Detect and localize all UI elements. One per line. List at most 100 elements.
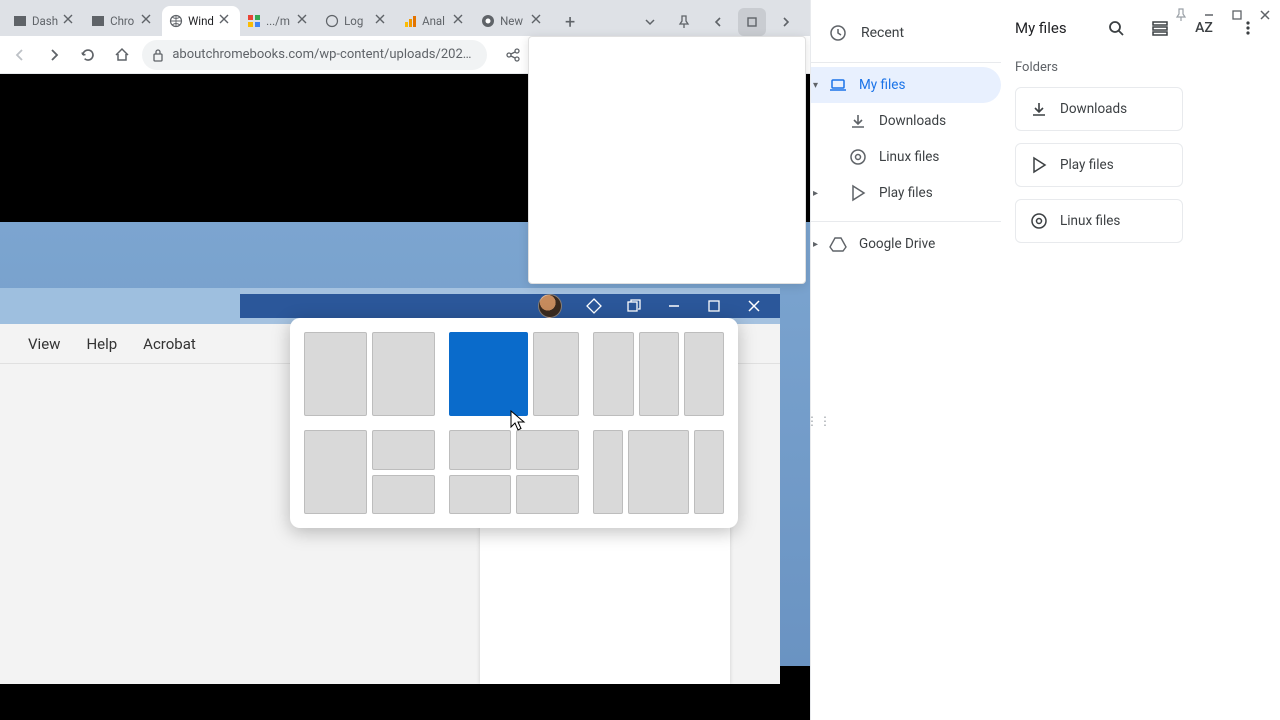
snap-layout-quad[interactable] [449,430,580,514]
tab-newtab[interactable]: New [474,6,552,36]
close-icon[interactable] [63,14,77,28]
snap-cell[interactable] [516,430,579,470]
maximize-icon[interactable] [706,298,722,314]
snap-cell[interactable] [533,332,580,416]
snap-layout-wide-narrow[interactable] [449,332,580,416]
favicon-chrome-icon [481,14,495,28]
tab-analytics[interactable]: Anal [396,6,474,36]
tab-title: Log [344,14,370,28]
sidebar-item-recent[interactable]: Recent [811,14,1001,52]
search-button[interactable] [1102,14,1130,42]
download-icon [849,112,867,130]
sidebar-label: Recent [861,25,904,41]
close-icon[interactable] [375,14,389,28]
ribbon-tab-acrobat[interactable]: Acrobat [143,335,196,353]
collapse-icon[interactable]: ▾ [813,80,825,91]
address-bar[interactable]: aboutchromebooks.com/wp-content/uploads/… [142,40,487,70]
tab-media[interactable]: .../m [240,6,318,36]
new-tab-button[interactable]: + [556,8,584,36]
laptop-icon [829,76,847,94]
window-back-button[interactable] [704,8,732,36]
minimize-icon[interactable] [1200,6,1218,24]
close-icon[interactable] [453,14,467,28]
close-icon[interactable] [1256,6,1274,24]
reload-button[interactable] [74,41,102,69]
favicon-globe-icon [325,14,339,28]
expand-icon[interactable]: ▸ [813,188,825,199]
breadcrumb-current[interactable]: My files [1015,19,1067,37]
user-avatar[interactable] [538,294,562,318]
sidebar-item-drive[interactable]: ▸ Google Drive [811,226,1001,262]
snap-cell[interactable] [304,430,367,514]
folder-play[interactable]: Play files [1015,143,1183,187]
linux-icon [849,148,867,166]
sidebar-item-linux[interactable]: Linux files [811,139,1001,175]
snap-layout-half[interactable] [304,332,435,416]
tab-log[interactable]: Log [318,6,396,36]
snap-cell[interactable] [372,475,435,515]
snap-cell[interactable] [372,332,435,416]
snap-cell[interactable] [628,430,688,514]
files-sidebar: Recent ▾ My files Downloads Linux files [811,0,1001,720]
folder-grid: Downloads Play files Linux files [1015,87,1262,243]
premium-icon[interactable] [586,298,602,314]
snap-layout-center-wide[interactable] [593,430,724,514]
close-icon[interactable] [746,298,762,314]
ribbon-tab-help[interactable]: Help [86,335,117,353]
snap-cell[interactable] [516,475,579,515]
back-button[interactable] [6,41,34,69]
snap-cell[interactable] [593,332,633,416]
sidebar-label: Play files [879,185,933,201]
close-icon[interactable] [219,14,233,28]
home-button[interactable] [108,41,136,69]
sidebar-item-myfiles[interactable]: ▾ My files [811,67,1001,103]
tab-windows[interactable]: Wind [162,6,240,36]
divider [811,221,1001,222]
ribbon-tab-view[interactable]: View [28,335,60,353]
share-button[interactable] [499,41,527,69]
snap-cell[interactable] [449,430,512,470]
sidebar-item-play[interactable]: ▸ Play files [811,175,1001,211]
snap-cell[interactable] [304,332,367,416]
resize-handle-icon[interactable]: ⋮⋮ [806,414,832,428]
sidebar-item-downloads[interactable]: Downloads [811,103,1001,139]
snap-cell[interactable] [449,475,512,515]
snap-cell[interactable] [694,430,724,514]
close-icon[interactable] [141,14,155,28]
lock-icon [152,48,165,62]
snap-layout-left-stack[interactable] [304,430,435,514]
close-icon[interactable] [297,14,311,28]
snap-cell[interactable] [593,430,623,514]
snap-cell[interactable] [684,332,724,416]
close-icon[interactable] [531,14,545,28]
pin-icon[interactable] [670,8,698,36]
section-heading: Folders [1015,60,1262,75]
floating-panel[interactable] [528,36,806,284]
maximize-icon[interactable] [1228,6,1246,24]
sidebar-label: Downloads [879,113,946,129]
favicon-globe-icon [169,14,183,28]
sidebar-label: Google Drive [859,236,935,252]
favicon-square-icon [91,14,105,28]
minimize-icon[interactable] [666,298,682,314]
snap-cell[interactable] [372,430,435,470]
favicon-grid-icon [247,14,261,28]
tab-search-button[interactable] [636,8,664,36]
expand-icon[interactable]: ▸ [813,239,825,250]
window-forward-button[interactable] [772,8,800,36]
folder-linux[interactable]: Linux files [1015,199,1183,243]
tab-chrome[interactable]: Chro [84,6,162,36]
pin-icon[interactable] [1172,6,1190,24]
files-window: Recent ▾ My files Downloads Linux files [810,0,1280,720]
tab-dashboard[interactable]: Dash [6,6,84,36]
window-restore-icon[interactable] [626,298,642,314]
window-maximize-button[interactable] [738,8,766,36]
snap-cell[interactable] [639,332,679,416]
view-toggle-button[interactable] [1146,14,1174,42]
tab-title: Wind [188,14,214,28]
tab-title: New [500,14,526,28]
snap-layout-thirds[interactable] [593,332,724,416]
forward-button[interactable] [40,41,68,69]
folder-downloads[interactable]: Downloads [1015,87,1183,131]
snap-cell-selected[interactable] [449,332,528,416]
